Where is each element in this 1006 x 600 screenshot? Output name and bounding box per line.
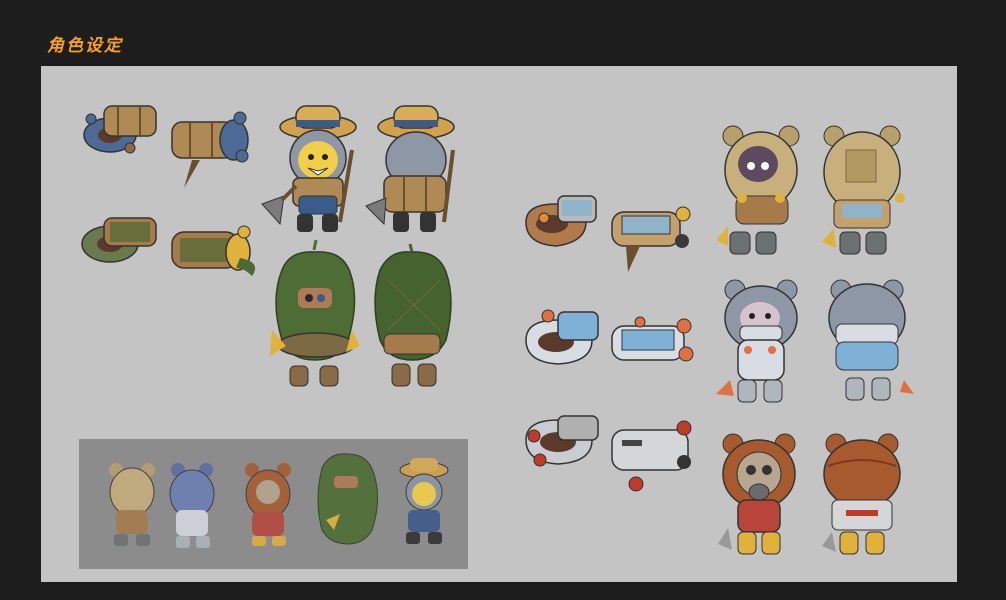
lineup-ice-bear xyxy=(169,463,215,548)
bowl-gadget-ice-side xyxy=(611,316,694,362)
miner-front-view xyxy=(261,105,357,232)
barrel-backpack-front-miner xyxy=(83,105,157,154)
bowl-gadget-sand-side xyxy=(611,206,691,272)
lineup-sand-bear xyxy=(109,463,155,546)
ghillie-front-view xyxy=(270,239,360,387)
bowl-gadget-rust-side xyxy=(611,420,692,492)
sand-bear-front-view xyxy=(716,125,800,255)
rust-bear-front-view xyxy=(718,433,796,555)
bowl-gadget-ice-front xyxy=(525,309,599,365)
rust-bear-back-view xyxy=(822,433,901,555)
ice-bear-front-view xyxy=(716,279,798,403)
lineup-rust-bear xyxy=(245,463,291,546)
bowl-gadget-sand-front xyxy=(525,195,597,247)
ice-bear-back-view xyxy=(828,279,914,401)
barrel-backpack-side-miner xyxy=(171,111,249,188)
miner-back-view xyxy=(365,105,455,232)
lineup-ghillie xyxy=(317,453,378,545)
bowl-gadget-rust-front xyxy=(525,415,599,467)
lineup-miner xyxy=(399,458,449,544)
character-artwork xyxy=(81,105,914,555)
barrel-backpack-front-ghillie xyxy=(81,217,157,263)
sand-bear-back-view xyxy=(822,125,905,255)
ghillie-back-view xyxy=(374,243,452,387)
barrel-backpack-side-ghillie xyxy=(171,225,256,276)
